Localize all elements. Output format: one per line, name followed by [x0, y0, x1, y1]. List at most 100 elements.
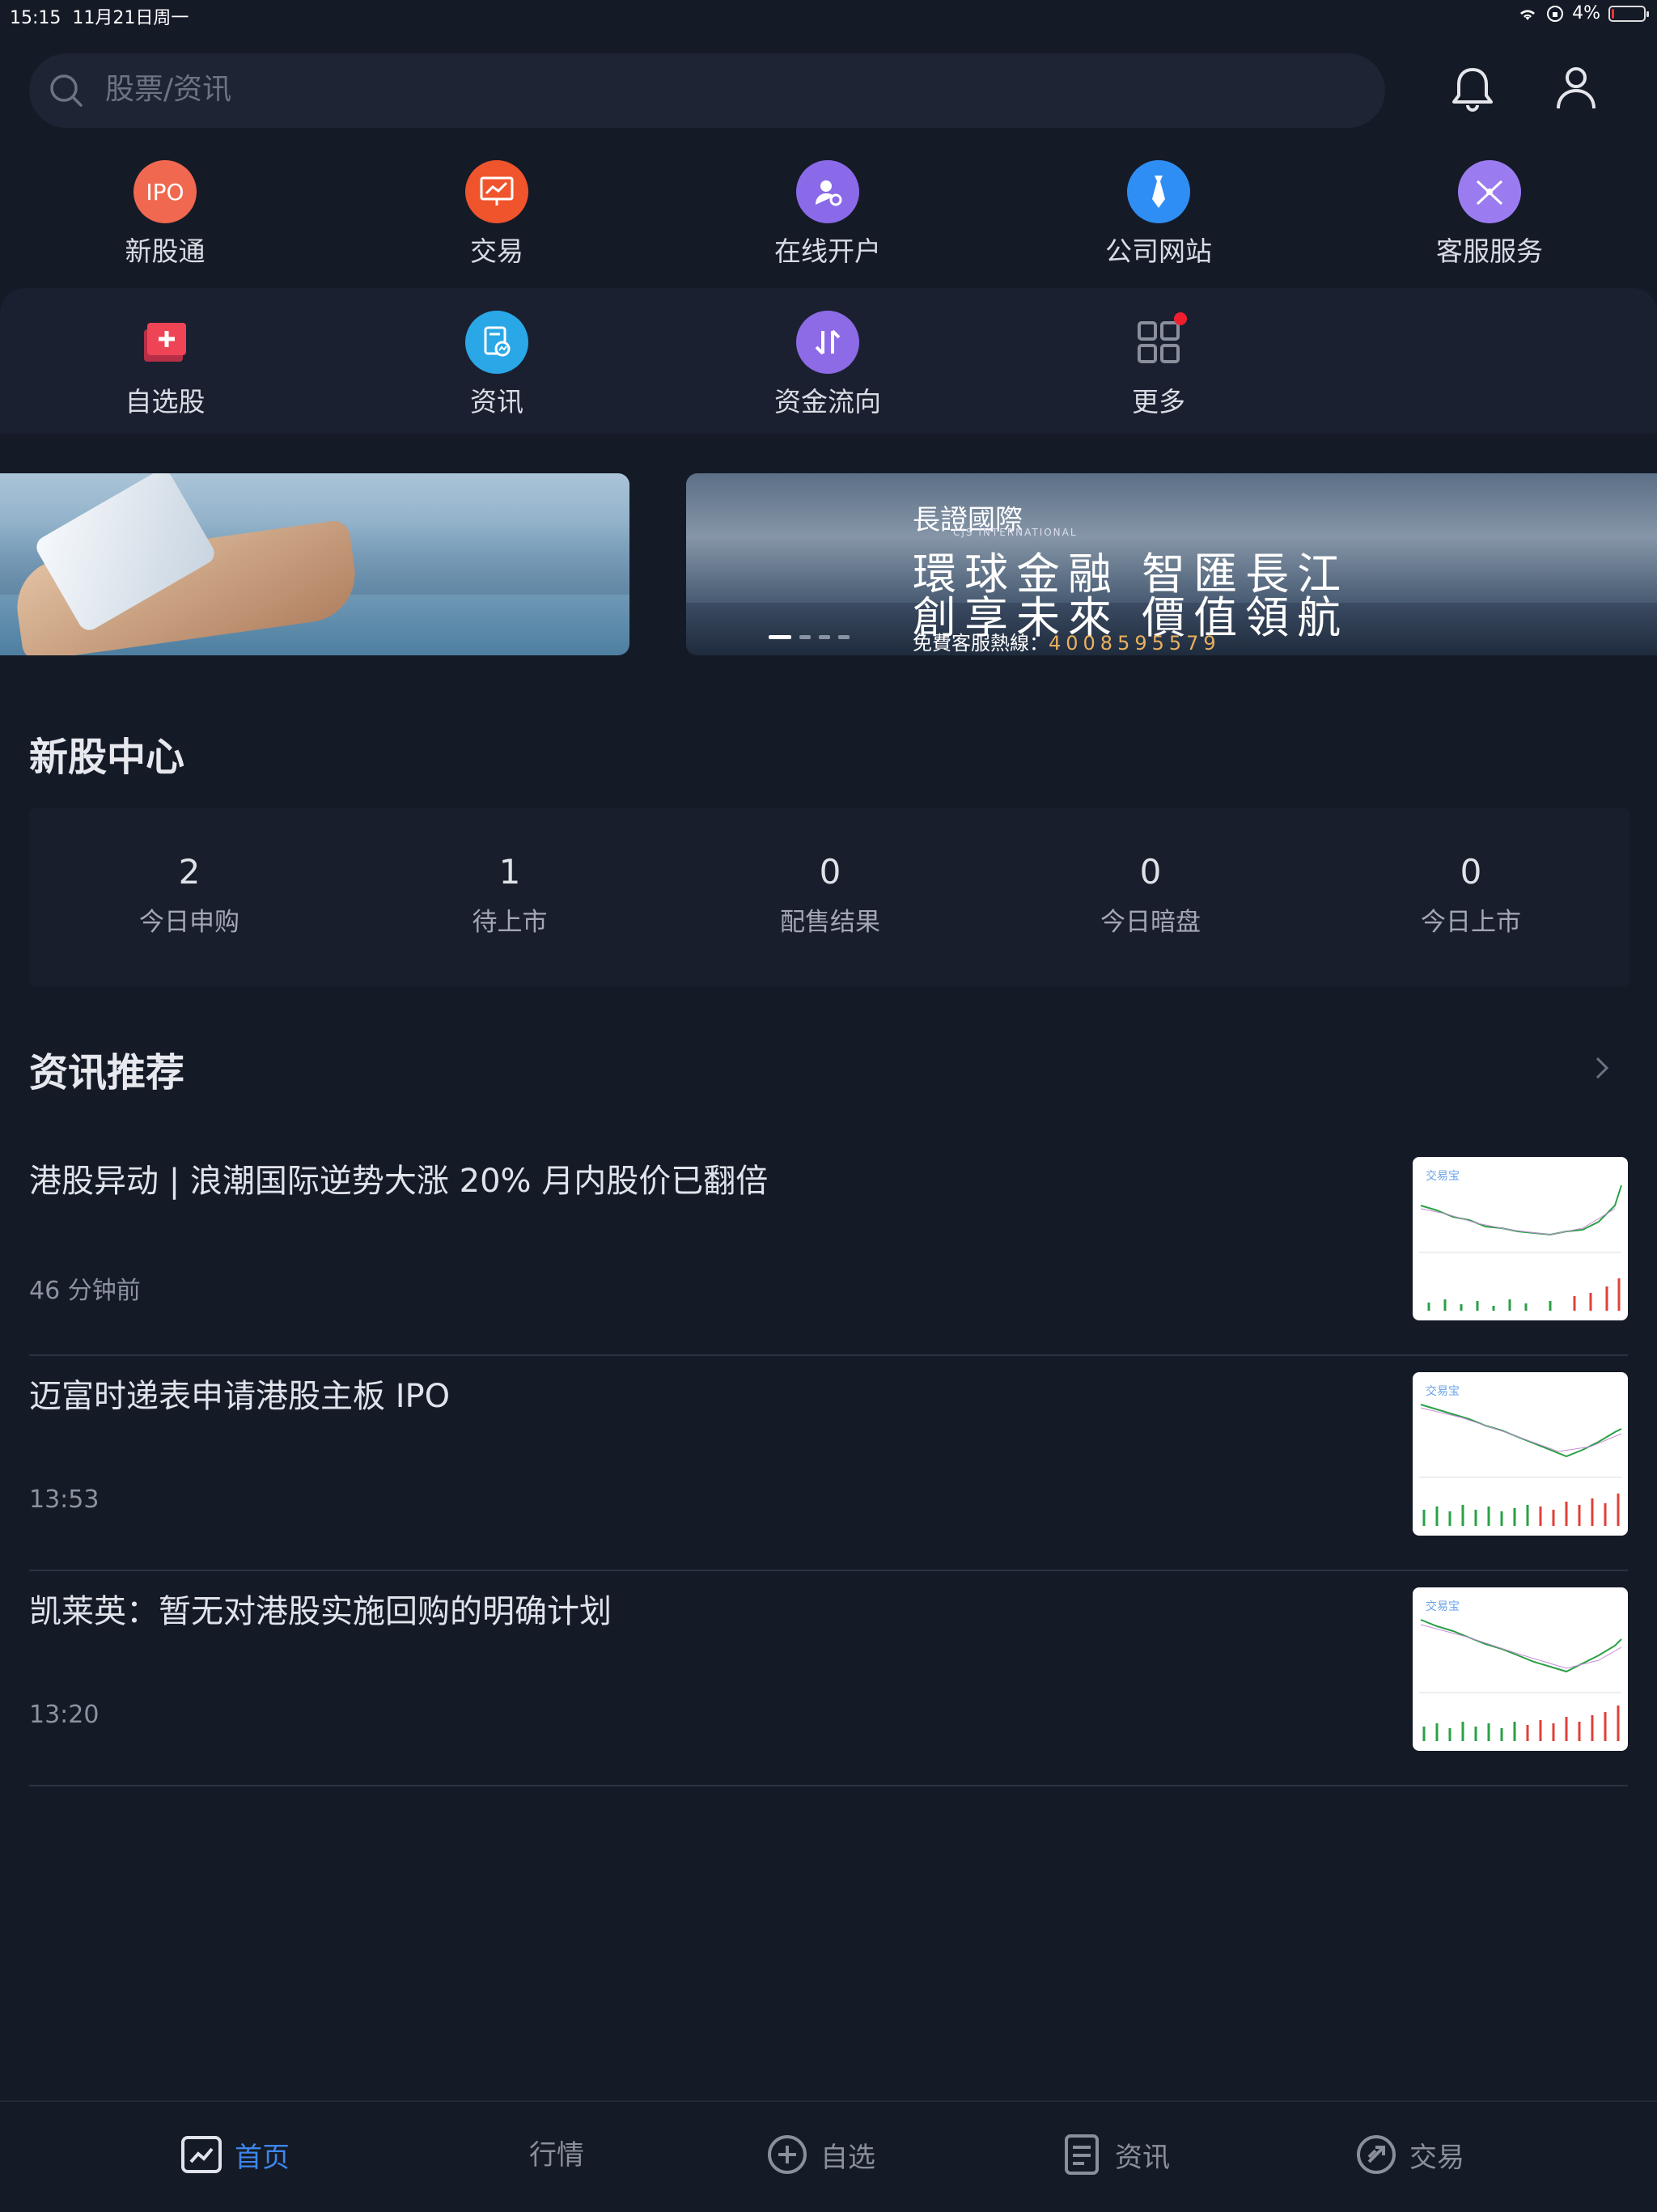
chevron-right-icon[interactable]	[1589, 1050, 1615, 1086]
tab-trade[interactable]: 交易	[1354, 2133, 1464, 2176]
ipo-stat-label: 今日申购	[139, 908, 239, 937]
hotline-label: 免費客服熱線：	[913, 632, 1049, 655]
menu-capital-flow[interactable]: 资金流向	[723, 311, 933, 440]
ipo-stat-value: 0	[1460, 852, 1482, 892]
carousel-indicator	[769, 635, 850, 639]
menu-open-account[interactable]: 在线开户	[723, 160, 933, 290]
menu-company-website[interactable]: 公司网站	[1053, 160, 1264, 290]
search-icon	[50, 74, 83, 107]
menu-label: 资金流向	[774, 386, 881, 417]
menu-trade[interactable]: 交易	[392, 160, 602, 290]
battery-icon	[1608, 5, 1649, 22]
news-item[interactable]: 迈富时递表申请港股主板 IPO 13:53 交易宝	[29, 1354, 1628, 1571]
carousel-dot[interactable]	[838, 635, 850, 639]
status-icons: 4%	[1517, 3, 1649, 23]
menu-label: 更多	[1132, 386, 1185, 417]
tab-market[interactable]: 行情	[529, 2133, 584, 2172]
plus-circle-icon	[768, 2135, 807, 2174]
stock-chart-thumbnail: 交易宝	[1413, 1372, 1628, 1536]
ipo-icon: IPO	[133, 160, 197, 223]
tab-label: 资讯	[1115, 2141, 1170, 2174]
news-item[interactable]: 凯莱英：暂无对港股实施回购的明确计划 13:20 交易宝	[29, 1570, 1628, 1786]
trade-circle-icon	[1357, 2135, 1396, 2174]
menu-label: 客服服务	[1436, 235, 1543, 267]
carousel-dot[interactable]	[819, 635, 830, 639]
search-input[interactable]	[29, 53, 1385, 128]
tab-label: 交易	[1409, 2141, 1464, 2174]
ipo-stat-label: 今日上市	[1421, 908, 1521, 937]
menu-ipo[interactable]: IPO 新股通	[60, 160, 270, 290]
account-open-icon	[796, 160, 859, 223]
carousel-dot[interactable]	[799, 635, 811, 639]
news-section-title: 资讯推荐	[29, 1050, 185, 1095]
ipo-stat[interactable]: 0 今日上市	[1311, 848, 1631, 940]
search-placeholder: 股票/资讯	[105, 73, 232, 106]
document-icon	[1065, 2134, 1099, 2175]
thumb-brand: 交易宝	[1426, 1384, 1460, 1398]
status-bar: 15:15 11月21日周一 4%	[0, 0, 1657, 32]
news-title: 港股异动 | 浪潮国际逆势大涨 20% 月内股价已翻倍	[29, 1163, 769, 1200]
ipo-stat-value: 2	[178, 852, 201, 892]
status-time: 15:15 11月21日周一	[10, 8, 189, 28]
customer-service-icon	[1458, 160, 1521, 223]
menu-watchlist[interactable]: 自选股	[60, 311, 270, 440]
tab-watchlist[interactable]: 自选	[765, 2133, 875, 2176]
menu-label: 交易	[470, 235, 523, 267]
ipo-stat-value: 0	[1139, 852, 1162, 892]
hotline-number: 4008595579	[1049, 632, 1221, 655]
menu-customer-service[interactable]: 客服服务	[1384, 160, 1595, 290]
notification-dot	[1174, 312, 1187, 325]
menu-label: 在线开户	[774, 235, 881, 267]
wifi-icon	[1520, 9, 1536, 20]
ipo-stat-value: 0	[819, 852, 841, 892]
ipo-stat-label: 待上市	[472, 908, 548, 937]
ipo-stats-panel: 2 今日申购 1 待上市 0 配售结果 0 今日暗盘 0 今日上市	[29, 807, 1629, 987]
menu-label: 自选股	[125, 386, 206, 417]
ipo-stat[interactable]: 0 今日暗盘	[990, 848, 1311, 940]
home-chart-icon	[181, 2136, 222, 2173]
ipo-center-title: 新股中心	[29, 735, 185, 780]
menu-label: 资讯	[470, 386, 523, 417]
trade-chart-icon	[465, 160, 528, 223]
menu-label: 新股通	[125, 235, 206, 267]
tab-news[interactable]: 资讯	[1060, 2133, 1170, 2176]
ipo-stat[interactable]: 2 今日申购	[29, 848, 350, 940]
brand-logo-sub: CJS INTERNATIONAL	[953, 527, 1078, 538]
tab-label: 首页	[235, 2141, 290, 2174]
carousel-dot[interactable]	[769, 635, 791, 639]
news-time: 13:53	[29, 1485, 100, 1514]
user-icon[interactable]	[1550, 61, 1602, 113]
capital-flow-icon	[796, 311, 859, 374]
stock-chart-thumbnail: 交易宝	[1413, 1587, 1628, 1751]
thumb-brand: 交易宝	[1426, 1600, 1460, 1613]
orientation-lock-icon	[1547, 5, 1564, 22]
ipo-stat-value: 1	[498, 852, 521, 892]
thumb-brand: 交易宝	[1426, 1169, 1460, 1183]
banner-hotline: 免費客服熱線：4008595579	[913, 627, 1221, 655]
menu-more[interactable]: 更多	[1053, 311, 1264, 440]
tab-home[interactable]: 首页	[180, 2133, 290, 2176]
tab-label: 自选	[820, 2141, 875, 2174]
status-date: 11月21日周一	[72, 8, 189, 28]
tab-label: 行情	[529, 2139, 584, 2172]
ipo-stat-label: 今日暗盘	[1100, 908, 1201, 937]
ipo-stat[interactable]: 1 待上市	[350, 848, 670, 940]
banner-right[interactable]: 長證國際 CJS INTERNATIONAL 環球金融 智匯長江 創享未來 價值…	[686, 473, 1657, 655]
bell-icon[interactable]	[1447, 63, 1498, 115]
news-title: 迈富时递表申请港股主板 IPO	[29, 1378, 451, 1415]
news-title: 凯莱英：暂无对港股实施回购的明确计划	[29, 1593, 612, 1630]
ipo-stat[interactable]: 0 配售结果	[670, 848, 990, 940]
stock-chart-thumbnail: 交易宝	[1413, 1157, 1628, 1320]
menu-news[interactable]: 资讯	[392, 311, 602, 440]
more-grid-icon	[1127, 311, 1190, 374]
news-time: 13:20	[29, 1701, 100, 1729]
company-tie-icon	[1127, 160, 1190, 223]
watchlist-add-icon	[133, 311, 197, 374]
news-item[interactable]: 港股异动 | 浪潮国际逆势大涨 20% 月内股价已翻倍 46 分钟前 交易宝	[29, 1139, 1628, 1356]
battery-percent: 4%	[1572, 3, 1600, 23]
menu-label: 公司网站	[1105, 235, 1212, 267]
news-time: 46 分钟前	[29, 1277, 141, 1305]
banner-left[interactable]: 入金	[0, 473, 629, 655]
ipo-stat-label: 配售结果	[780, 908, 880, 937]
news-icon	[465, 311, 528, 374]
